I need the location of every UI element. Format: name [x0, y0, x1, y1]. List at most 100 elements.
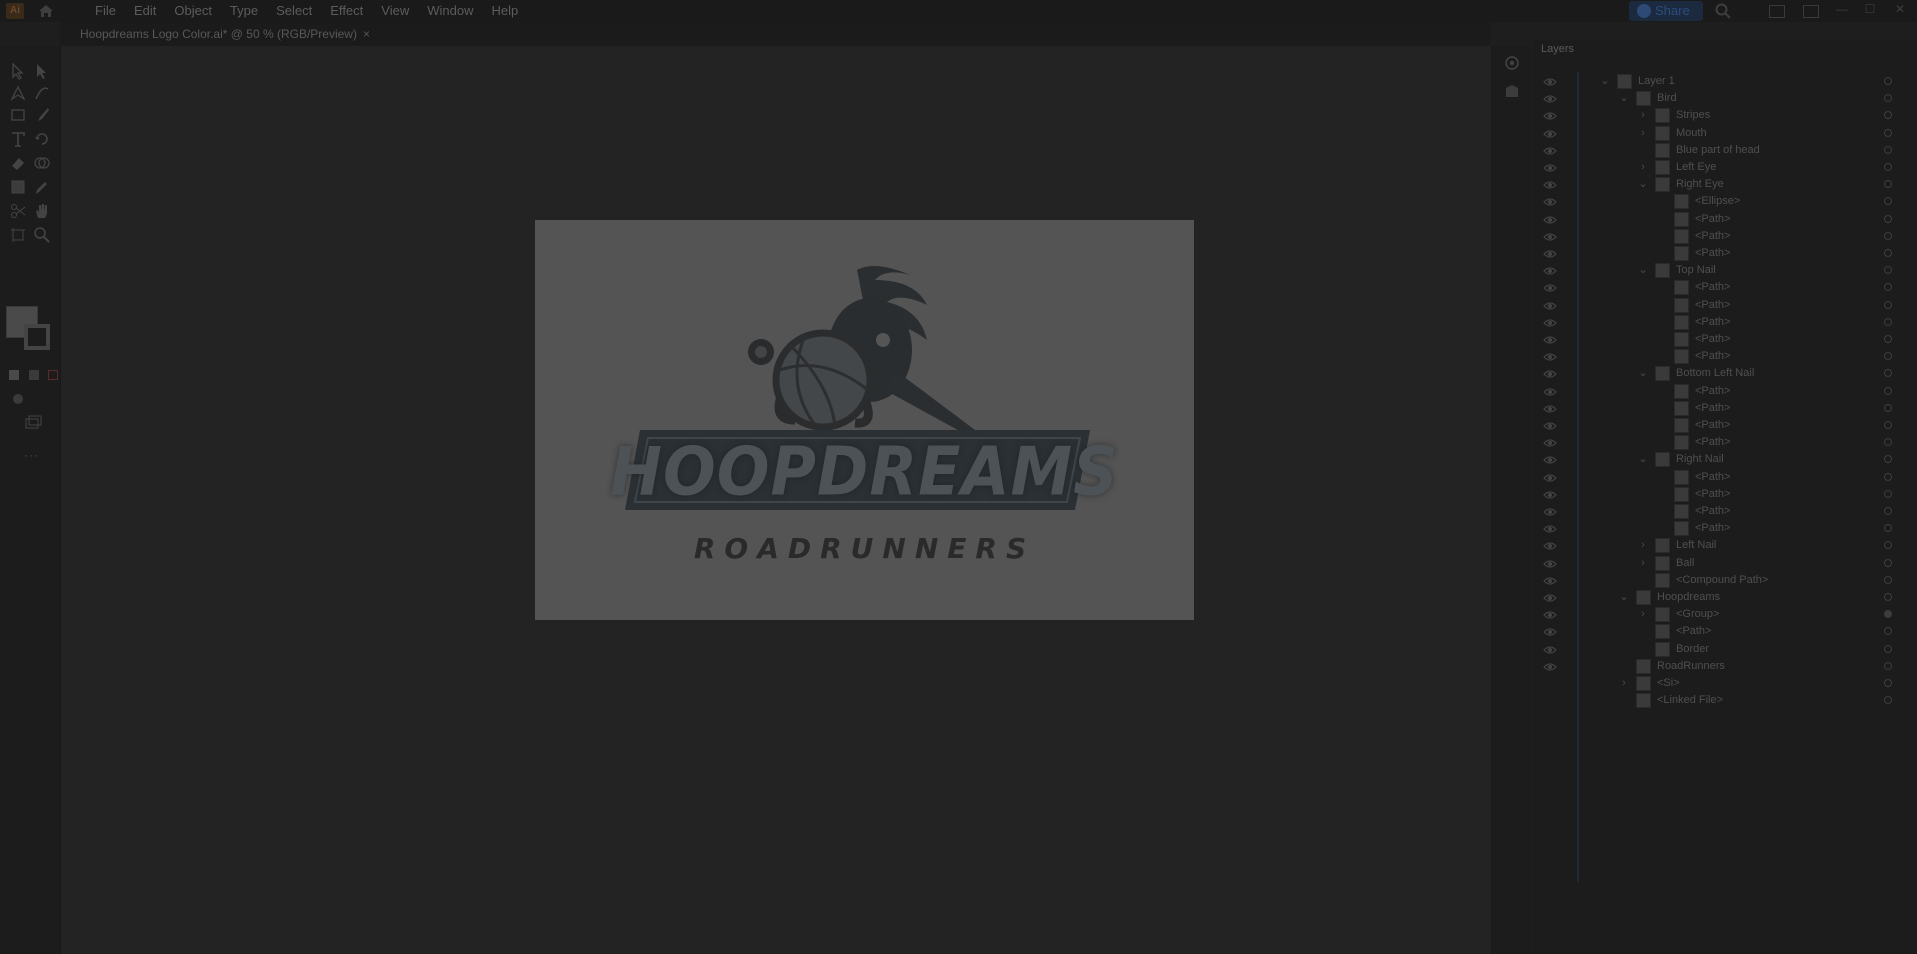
type-tool-icon[interactable] — [9, 130, 27, 148]
visibility-eye-icon[interactable] — [1543, 196, 1557, 206]
collapse-chevron-icon[interactable]: ⌄ — [1638, 452, 1648, 466]
layer-name[interactable]: Ball — [1676, 557, 1694, 569]
layer-target-icon[interactable] — [1884, 524, 1892, 533]
layer-name[interactable]: Border — [1676, 643, 1709, 655]
layer-target-icon[interactable] — [1884, 266, 1892, 275]
menu-type[interactable]: Type — [221, 0, 267, 22]
layer-name[interactable]: Bottom Left Nail — [1676, 367, 1754, 379]
layer-name[interactable]: <Linked File> — [1657, 694, 1723, 706]
layer-name[interactable]: Right Eye — [1676, 178, 1724, 190]
visibility-eye-icon[interactable] — [1543, 540, 1557, 550]
layer-name[interactable]: <Path> — [1695, 436, 1730, 448]
visibility-eye-icon[interactable] — [1543, 128, 1557, 138]
visibility-eye-icon[interactable] — [1543, 661, 1557, 671]
layer-name[interactable]: RoadRunners — [1657, 660, 1725, 672]
layer-target-icon[interactable] — [1884, 507, 1892, 515]
layer-target-icon[interactable] — [1884, 627, 1892, 636]
layer-target-icon[interactable] — [1884, 94, 1892, 103]
visibility-eye-icon[interactable] — [1543, 162, 1557, 172]
visibility-eye-icon[interactable] — [1543, 506, 1557, 516]
layer-name[interactable]: <Path> — [1695, 281, 1730, 293]
maximize-icon[interactable]: ☐ — [1862, 2, 1878, 16]
libraries-panel-icon[interactable] — [1503, 82, 1521, 100]
visibility-eye-icon[interactable] — [1543, 644, 1557, 654]
layer-target-icon[interactable] — [1884, 455, 1892, 464]
layer-name[interactable]: <Si> — [1657, 677, 1680, 689]
gradient-mode-icon[interactable] — [29, 370, 39, 380]
layer-target-icon[interactable] — [1884, 679, 1892, 687]
layer-target-icon[interactable] — [1884, 610, 1892, 619]
layer-target-icon[interactable] — [1884, 558, 1892, 567]
visibility-eye-icon[interactable] — [1543, 317, 1557, 327]
layer-name[interactable]: <Path> — [1695, 316, 1730, 328]
visibility-eye-icon[interactable] — [1543, 592, 1557, 602]
visibility-eye-icon[interactable] — [1543, 403, 1557, 413]
layer-target-icon[interactable] — [1884, 644, 1892, 653]
layer-name[interactable]: <Path> — [1676, 625, 1711, 637]
layer-name[interactable]: <Path> — [1695, 299, 1730, 311]
layer-target-icon[interactable] — [1884, 661, 1892, 670]
visibility-eye-icon[interactable] — [1543, 265, 1557, 275]
visibility-eye-icon[interactable] — [1543, 368, 1557, 378]
paintbrush-tool-icon[interactable] — [33, 106, 51, 124]
expand-chevron-icon[interactable]: › — [1638, 556, 1648, 570]
draw-mode-icon[interactable] — [9, 390, 27, 408]
layer-target-icon[interactable] — [1884, 472, 1892, 481]
layer-target-icon[interactable] — [1884, 369, 1892, 378]
visibility-eye-icon[interactable] — [1543, 420, 1557, 430]
gradient-tool-icon[interactable] — [9, 178, 27, 196]
visibility-eye-icon[interactable] — [1543, 110, 1557, 120]
layer-target-icon[interactable] — [1884, 489, 1892, 498]
collapse-chevron-icon[interactable]: ⌄ — [1619, 91, 1629, 105]
visibility-eye-icon[interactable] — [1543, 575, 1557, 585]
layer-name[interactable]: <Group> — [1676, 608, 1719, 620]
scissors-tool-icon[interactable] — [9, 202, 27, 220]
visibility-eye-icon[interactable] — [1543, 93, 1557, 103]
collapse-chevron-icon[interactable]: ⌄ — [1619, 590, 1629, 604]
search-icon[interactable] — [1715, 3, 1731, 19]
menu-object[interactable]: Object — [165, 0, 221, 22]
layer-name[interactable]: <Path> — [1695, 488, 1730, 500]
visibility-eye-icon[interactable] — [1543, 386, 1557, 396]
layer-name[interactable]: Bird — [1657, 92, 1677, 104]
layer-target-icon[interactable] — [1884, 352, 1892, 361]
layer-name[interactable]: <Path> — [1695, 213, 1730, 225]
expand-chevron-icon[interactable]: › — [1638, 108, 1648, 122]
layer-name[interactable]: Layer 1 — [1638, 75, 1675, 87]
pen-tool-icon[interactable] — [9, 84, 27, 102]
layer-target-icon[interactable] — [1884, 145, 1892, 154]
arrange-documents-icon[interactable] — [1769, 5, 1785, 18]
stroke-color-swatch[interactable] — [24, 324, 50, 350]
layer-target-icon[interactable] — [1884, 128, 1892, 137]
visibility-eye-icon[interactable] — [1543, 523, 1557, 533]
layer-target-icon[interactable] — [1884, 249, 1892, 257]
rectangle-tool-icon[interactable] — [9, 106, 27, 124]
visibility-eye-icon[interactable] — [1543, 300, 1557, 310]
canvas[interactable]: HOOPDREAMS ROADRUNNERS — [61, 46, 1491, 954]
layer-target-icon[interactable] — [1884, 335, 1892, 343]
menu-file[interactable]: File — [86, 0, 125, 22]
layer-name[interactable]: <Path> — [1695, 419, 1730, 431]
menu-effect[interactable]: Effect — [321, 0, 372, 22]
layer-target-icon[interactable] — [1884, 77, 1892, 85]
layer-target-icon[interactable] — [1884, 696, 1892, 705]
layer-name[interactable]: <Path> — [1695, 350, 1730, 362]
visibility-eye-icon[interactable] — [1543, 558, 1557, 568]
layer-name[interactable]: <Path> — [1695, 522, 1730, 534]
layer-name[interactable]: Top Nail — [1676, 264, 1716, 276]
document-tab[interactable]: Hoopdreams Logo Color.ai* @ 50 % (RGB/Pr… — [80, 22, 357, 46]
visibility-eye-icon[interactable] — [1543, 248, 1557, 258]
collapse-chevron-icon[interactable]: ⌄ — [1638, 177, 1648, 191]
layer-name[interactable]: <Path> — [1695, 333, 1730, 345]
visibility-eye-icon[interactable] — [1543, 179, 1557, 189]
menu-select[interactable]: Select — [267, 0, 321, 22]
curvature-tool-icon[interactable] — [33, 84, 51, 102]
screen-mode-icon[interactable] — [24, 414, 42, 432]
layer-name[interactable]: Right Nail — [1676, 453, 1724, 465]
close-tab-icon[interactable]: × — [363, 22, 370, 46]
layer-target-icon[interactable] — [1884, 593, 1892, 601]
layer-name[interactable]: <Path> — [1695, 247, 1730, 259]
layer-name[interactable]: <Compound Path> — [1676, 574, 1768, 586]
collapse-chevron-icon[interactable]: ⌄ — [1638, 263, 1648, 277]
home-icon[interactable] — [38, 4, 54, 18]
